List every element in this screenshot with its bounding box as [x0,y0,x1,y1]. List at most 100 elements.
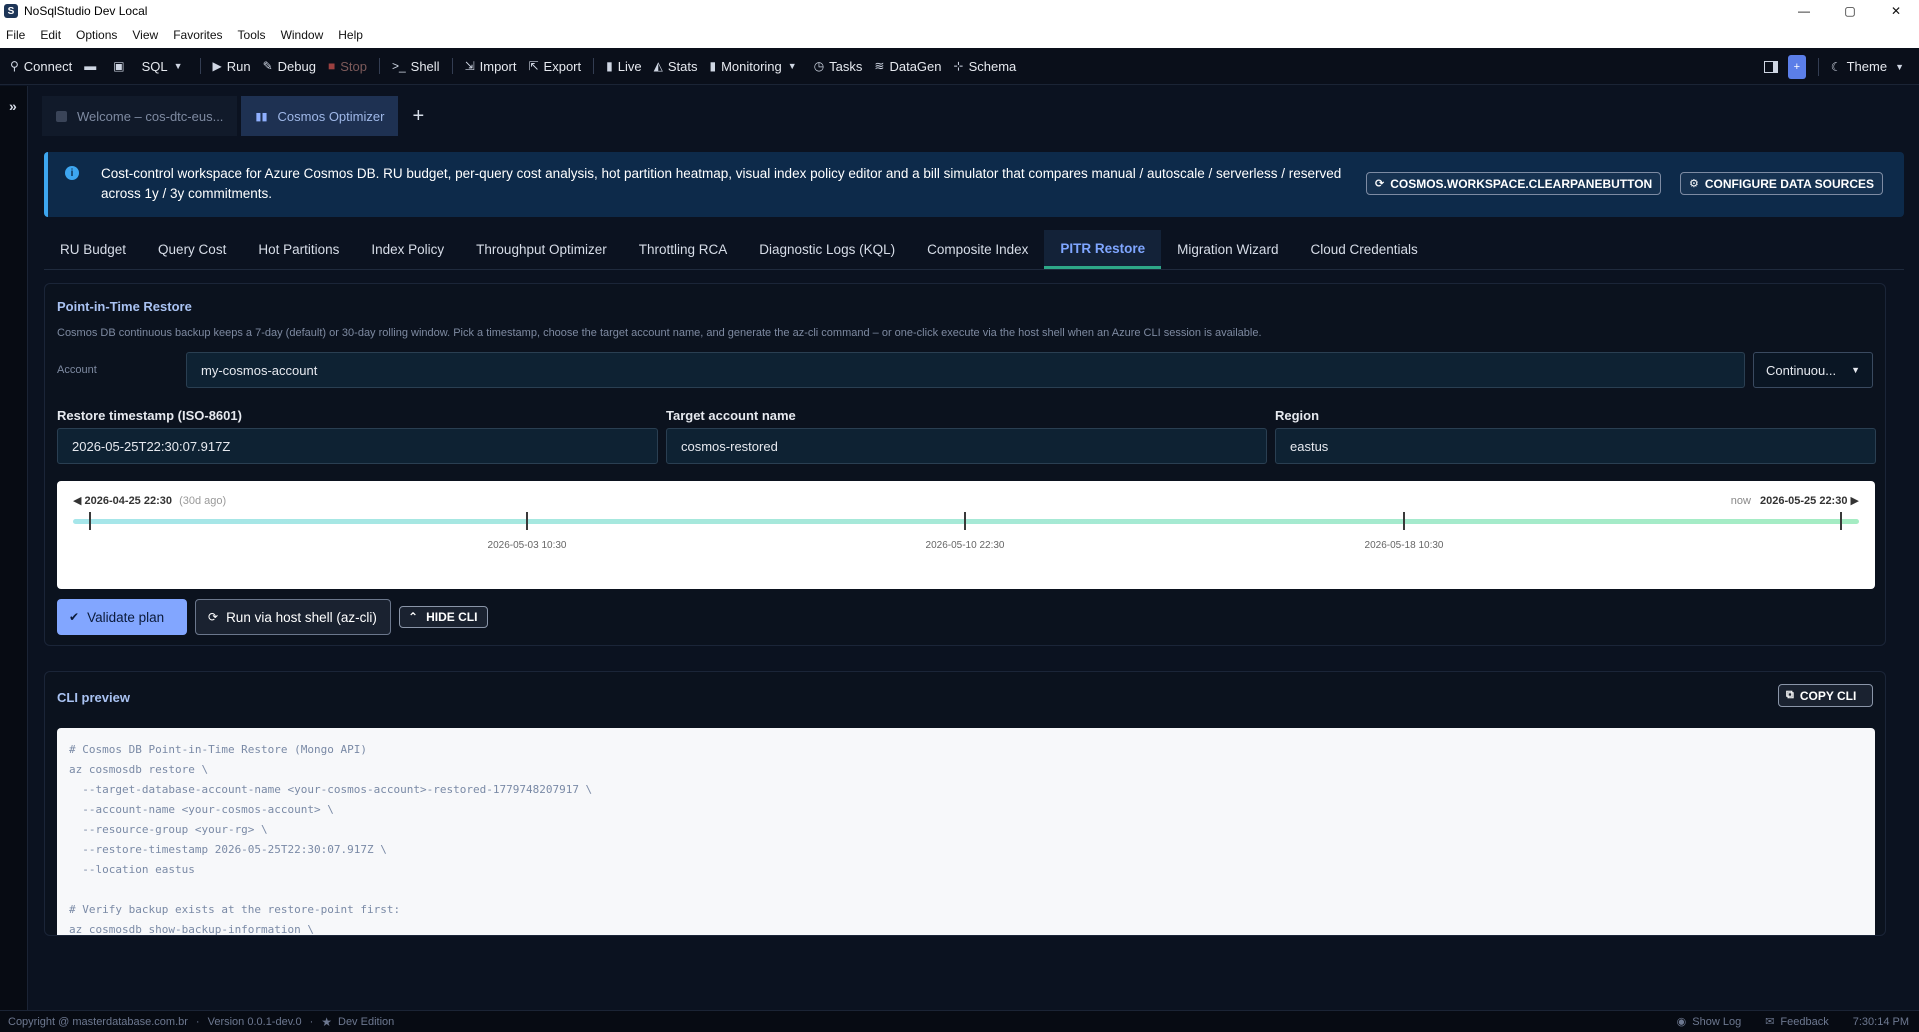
cli-line: az cosmosdb show-backup-information \ [69,923,315,936]
area-chart-icon: ◭ [653,59,663,73]
tasks-button[interactable]: ◷ Tasks [814,59,863,74]
tab-index-policy[interactable]: Index Policy [355,230,460,269]
datagen-button[interactable]: ≋ DataGen [874,59,941,74]
timeline-tick-start [89,512,91,530]
timeline-track[interactable] [73,519,1859,524]
cli-line: az cosmosdb restore \ [69,763,209,776]
caret-down-icon: ▼ [1851,365,1860,375]
debug-button[interactable]: ✎ Debug [263,59,316,74]
tab-pitr-restore[interactable]: PITR Restore [1044,230,1162,269]
export-icon: ⇱ [528,59,539,73]
refresh-icon: ⟳ [208,610,219,624]
chevron-up-icon: ⌃ [408,610,419,624]
monitoring-dropdown[interactable]: ▮ Monitoring ▼ [709,59,801,74]
tab-composite-index[interactable]: Composite Index [911,230,1044,269]
check-icon: ✔ [69,610,80,624]
doc-icon [56,110,67,122]
account-input[interactable]: my-cosmos-account [186,352,1745,388]
maximize-button[interactable]: ▢ [1827,0,1873,22]
feedback-button[interactable]: ✉ Feedback [1759,1015,1829,1029]
plug-icon: ⚲ [10,59,19,73]
arrow-right-icon[interactable]: ▶ [1851,495,1859,507]
menu-view[interactable]: View [132,28,158,42]
show-log-button[interactable]: ◉ Show Log [1671,1015,1742,1029]
add-tab-button[interactable]: + [402,96,434,136]
restore-timeline[interactable]: ◀ 2026-04-25 22:30 (30d ago) now 2026-05… [57,481,1875,589]
menu-edit[interactable]: Edit [40,28,61,42]
timeline-start: ◀ 2026-04-25 22:30 (30d ago) [73,495,227,507]
tab-diagnostic-logs[interactable]: Diagnostic Logs (KQL) [743,230,911,269]
shell-button[interactable]: >_ Shell [392,59,440,74]
timeline-tick [1403,512,1405,530]
tab-query-cost[interactable]: Query Cost [142,230,242,269]
cli-line: --target-database-account-name <your-cos… [69,783,593,796]
accent-add-button[interactable]: + [1787,54,1806,79]
run-host-shell-button[interactable]: ⟳ Run via host shell (az-cli) [195,599,391,635]
account-label: Account [57,364,97,376]
moon-icon: ☾ [1830,59,1842,74]
open-folder-button[interactable]: ▬ [84,59,101,73]
info-banner: i Cost-control workspace for Azure Cosmo… [44,152,1904,217]
timeline-tick-label: 2026-05-10 22:30 [925,540,1005,551]
connect-button[interactable]: ⚲ Connect [10,59,72,74]
tab-throttling-rca[interactable]: Throttling RCA [623,230,744,269]
menu-options[interactable]: Options [76,28,117,42]
minimize-button[interactable]: — [1781,0,1827,22]
doc-tab-cosmos-optimizer[interactable]: ▮▮ Cosmos Optimizer [241,96,399,136]
target-account-input[interactable]: cosmos-restored [666,428,1267,464]
import-button[interactable]: ⇲ Import [465,59,517,74]
schema-button[interactable]: ⊹ Schema [954,59,1017,74]
live-button[interactable]: ▮ Live [606,59,641,74]
eye-icon: ◉ [1676,1016,1687,1028]
menu-favorites[interactable]: Favorites [173,28,222,42]
backup-mode-select[interactable]: Continuou... ▼ [1753,352,1873,388]
cli-code-block[interactable]: # Cosmos DB Point-in-Time Restore (Mongo… [57,728,1875,936]
region-input[interactable]: eastus [1275,428,1876,464]
caret-down-icon: ▼ [787,61,797,71]
clear-pane-button[interactable]: ⟳ COSMOS.WORKSPACE.CLEARPANEBUTTON [1366,172,1662,195]
layout-toggle-icon[interactable] [1763,60,1778,73]
export-button[interactable]: ⇱ Export [528,59,581,74]
configure-data-sources-button[interactable]: ⚙ CONFIGURE DATA SOURCES [1680,172,1883,195]
info-icon: i [65,166,79,180]
separator-dot: · [309,1015,314,1028]
schema-tree-icon: ⊹ [953,59,964,73]
doc-tab-welcome[interactable]: Welcome – cos-dtc-eus... [42,96,238,136]
tab-ru-budget[interactable]: RU Budget [44,230,142,269]
tab-hot-partitions[interactable]: Hot Partitions [242,230,355,269]
import-icon: ⇲ [464,59,475,73]
app-logo-icon: S [4,4,18,18]
close-button[interactable]: ✕ [1873,0,1919,22]
tab-cloud-credentials[interactable]: Cloud Credentials [1294,230,1433,269]
run-button[interactable]: ▶ Run [213,59,251,74]
expand-sidebar-icon[interactable]: » [9,98,17,114]
tab-throughput-optimizer[interactable]: Throughput Optimizer [460,230,623,269]
timeline-handle[interactable] [1840,512,1842,530]
hide-cli-button[interactable]: ⌃ HIDE CLI [399,606,488,628]
status-right: ◉ Show Log ✉ Feedback 7:30:14 PM [1653,1015,1909,1029]
arrow-left-icon[interactable]: ◀ [73,495,81,507]
tab-migration-wizard[interactable]: Migration Wizard [1161,230,1294,269]
clock-text: 7:30:14 PM [1852,1015,1909,1028]
stats-button[interactable]: ◭ Stats [654,59,698,74]
validate-plan-button[interactable]: ✔ Validate plan [57,599,187,635]
timeline-tick [964,512,966,530]
caret-down-icon: ▼ [173,61,183,71]
menu-tools[interactable]: Tools [238,28,266,42]
save-button[interactable]: ▣ [113,59,129,73]
menu-help[interactable]: Help [338,28,363,42]
target-account-label: Target account name [666,408,796,423]
sql-dropdown[interactable]: SQL ▼ [142,59,188,74]
copy-icon: ⧉ [1786,689,1794,701]
comment-icon: ✉ [1765,1016,1775,1028]
restore-timestamp-input[interactable]: 2026-05-25T22:30:07.917Z [57,428,658,464]
menu-file[interactable]: File [6,28,25,42]
stop-button[interactable]: ■ Stop [328,59,367,74]
status-bar: Copyright @ masterdatabase.com.br · Vers… [0,1010,1919,1032]
database-icon: ≋ [874,59,885,73]
menu-window[interactable]: Window [281,28,324,42]
refresh-icon: ⟳ [1375,178,1385,190]
gear-icon: ⚙ [1689,178,1699,190]
copy-cli-button[interactable]: ⧉ COPY CLI [1778,684,1873,707]
theme-dropdown[interactable]: ☾ Theme ▼ [1831,59,1909,74]
